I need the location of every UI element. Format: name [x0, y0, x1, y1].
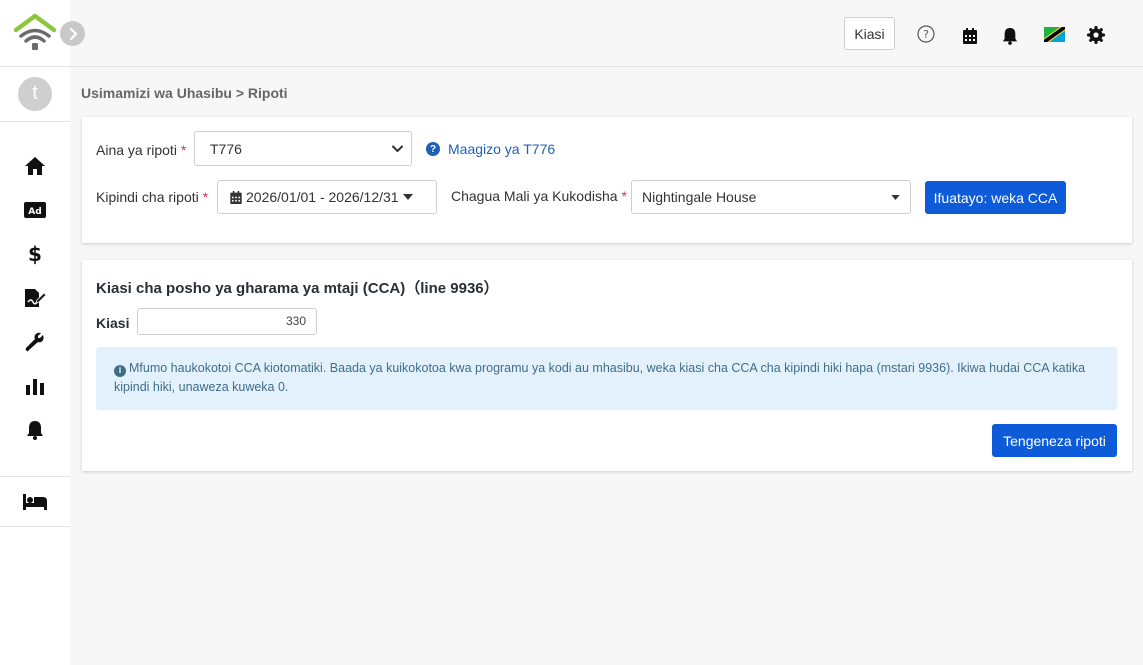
caret-down-icon [891, 195, 900, 200]
bell-icon [27, 421, 43, 440]
user-area: t [0, 67, 70, 122]
sidebar-item-contracts[interactable] [0, 276, 70, 320]
report-guide-link[interactable]: ? Maagizo ya T776 [426, 141, 555, 157]
required-mark: * [180, 142, 187, 158]
chevron-down-icon [392, 145, 403, 152]
required-mark: * [202, 189, 209, 205]
gear-icon [1087, 26, 1105, 44]
calendar-icon [963, 28, 977, 44]
topbar: Kiasi ? [70, 0, 1143, 67]
report-form-card: Aina ya ripoti * T776 ? Maagizo ya T776 … [82, 117, 1132, 243]
help-button[interactable]: ? [916, 24, 936, 44]
logo-area [0, 0, 85, 67]
notifications-button[interactable] [1000, 26, 1020, 46]
report-guide-link-text: Maagizo ya T776 [448, 141, 556, 157]
report-type-label-text: Aina ya ripoti [96, 142, 177, 158]
svg-text:?: ? [923, 28, 929, 41]
sidebar-item-rooms[interactable] [0, 477, 70, 527]
bar-chart-icon [26, 379, 44, 395]
cca-amount-label: Kiasi [96, 315, 130, 331]
period-value: 2026/01/01 - 2026/12/31 [246, 189, 399, 205]
cca-title: Kiasi cha posho ya gharama ya mtaji (CCA… [96, 280, 499, 297]
avatar[interactable]: t [18, 77, 52, 111]
logo-wifi-house-icon[interactable] [14, 13, 56, 53]
property-value: Nightingale House [642, 189, 757, 205]
sidebar-item-reports[interactable] [0, 364, 70, 408]
sidebar-item-maintenance[interactable] [0, 320, 70, 364]
generate-report-button[interactable]: Tengeneza ripoti [992, 424, 1117, 457]
sidebar-item-notifications[interactable] [0, 408, 70, 452]
info-circle-icon: i [114, 364, 126, 377]
period-label: Kipindi cha ripoti * [96, 189, 208, 205]
period-label-text: Kipindi cha ripoti [96, 189, 199, 205]
svg-text:Ad: Ad [28, 207, 41, 217]
caret-down-icon [402, 194, 413, 200]
sidebar-item-ads[interactable]: Ad [0, 188, 70, 232]
sidebar-expand-button[interactable] [60, 21, 85, 46]
amount-button[interactable]: Kiasi [844, 17, 895, 50]
question-circle-icon: ? [426, 142, 440, 156]
calendar-button[interactable] [960, 26, 980, 46]
cca-info-text: Mfumo haukokotoi CCA kiotomatiki. Baada … [114, 361, 1086, 394]
dollar-icon: $ [28, 243, 42, 265]
chevron-right-icon [69, 27, 77, 40]
report-type-label: Aina ya ripoti * [96, 142, 186, 158]
cca-card: Kiasi cha posho ya gharama ya mtaji (CCA… [82, 260, 1132, 471]
next-enter-cca-button[interactable]: Ifuatayo: weka CCA [925, 181, 1066, 214]
wrench-icon [25, 332, 44, 352]
bell-icon [1002, 28, 1018, 45]
settings-button[interactable] [1086, 25, 1106, 45]
property-label-text: Chagua Mali ya Kukodisha [451, 188, 618, 204]
question-circle-icon: ? [917, 25, 935, 43]
report-type-select[interactable]: T776 [194, 131, 412, 166]
sidebar-item-finance[interactable]: $ [0, 232, 70, 276]
period-picker[interactable]: 2026/01/01 - 2026/12/31 [217, 180, 437, 214]
required-mark: * [621, 188, 627, 204]
svg-text:$: $ [28, 243, 42, 265]
signature-document-icon [25, 289, 46, 307]
breadcrumb: Usimamizi wa Uhasibu > Ripoti [81, 85, 288, 101]
ad-icon: Ad [24, 202, 46, 218]
cca-amount-input[interactable]: 330 [137, 308, 317, 335]
tanzania-flag-icon [1043, 26, 1065, 42]
sidebar-item-home[interactable] [0, 144, 70, 188]
sidebar: t Ad $ [0, 0, 85, 665]
property-label: Chagua Mali ya Kukodisha * [451, 188, 627, 204]
sidebar-nav: Ad $ [0, 122, 70, 527]
property-select[interactable]: Nightingale House [631, 180, 911, 214]
calendar-icon [230, 190, 242, 204]
cca-info-alert: i Mfumo haukokotoi CCA kiotomatiki. Baada… [96, 347, 1117, 410]
language-button[interactable] [1043, 26, 1065, 42]
report-type-value: T776 [210, 140, 242, 157]
home-icon [25, 157, 45, 175]
bed-icon [23, 493, 47, 510]
